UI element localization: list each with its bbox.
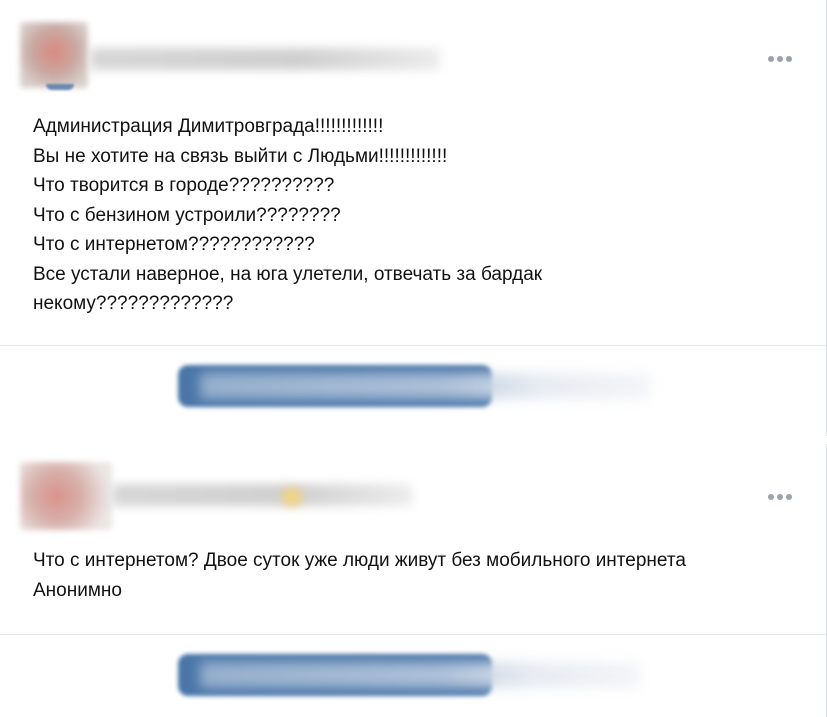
post-text-line: Что творится в городе??????????	[33, 175, 335, 196]
verified-badge-blurred	[282, 488, 302, 506]
post-card: Администрация Димитровграда!!!!!!!!!!!!!…	[0, 0, 827, 436]
more-options-icon[interactable]	[768, 493, 792, 501]
avatar-story-ring	[46, 84, 74, 90]
dot	[786, 56, 792, 62]
post-divider	[0, 634, 826, 635]
post-text-line: Что с интернетом????????????	[33, 234, 315, 255]
feed-gap	[0, 436, 827, 444]
action-caption-blurred	[200, 662, 640, 688]
post-divider	[0, 345, 826, 346]
dot	[768, 56, 774, 62]
post-text-line: Все устали наверное, на юга улетели, отв…	[33, 263, 543, 285]
author-avatar[interactable]	[20, 22, 88, 88]
more-options-icon[interactable]	[768, 55, 792, 63]
post-text-line: Анонимно	[33, 579, 122, 601]
dot	[777, 494, 783, 500]
post-text-line: некому?????????????	[33, 293, 234, 314]
author-name-blurred[interactable]	[90, 48, 440, 70]
post-text-line: Что с интернетом? Двое суток уже люди жи…	[33, 550, 686, 571]
author-avatar[interactable]	[20, 462, 112, 530]
post-text: Что с интернетом? Двое суток уже люди жи…	[33, 546, 686, 605]
dot	[786, 494, 792, 500]
author-name-blurred[interactable]	[112, 484, 412, 506]
dot	[777, 56, 783, 62]
post-text-line: Что с бензином устроили????????	[33, 204, 341, 226]
post-text-line: Вы не хотите на связь выйти с Людьми!!!!…	[33, 145, 448, 167]
action-caption-blurred	[200, 373, 650, 399]
post-text-line: Администрация Димитровграда!!!!!!!!!!!!!	[33, 116, 384, 137]
dot	[768, 494, 774, 500]
post-card: Что с интернетом? Двое суток уже люди жи…	[0, 444, 827, 717]
post-text: Администрация Димитровграда!!!!!!!!!!!!!…	[33, 112, 542, 319]
